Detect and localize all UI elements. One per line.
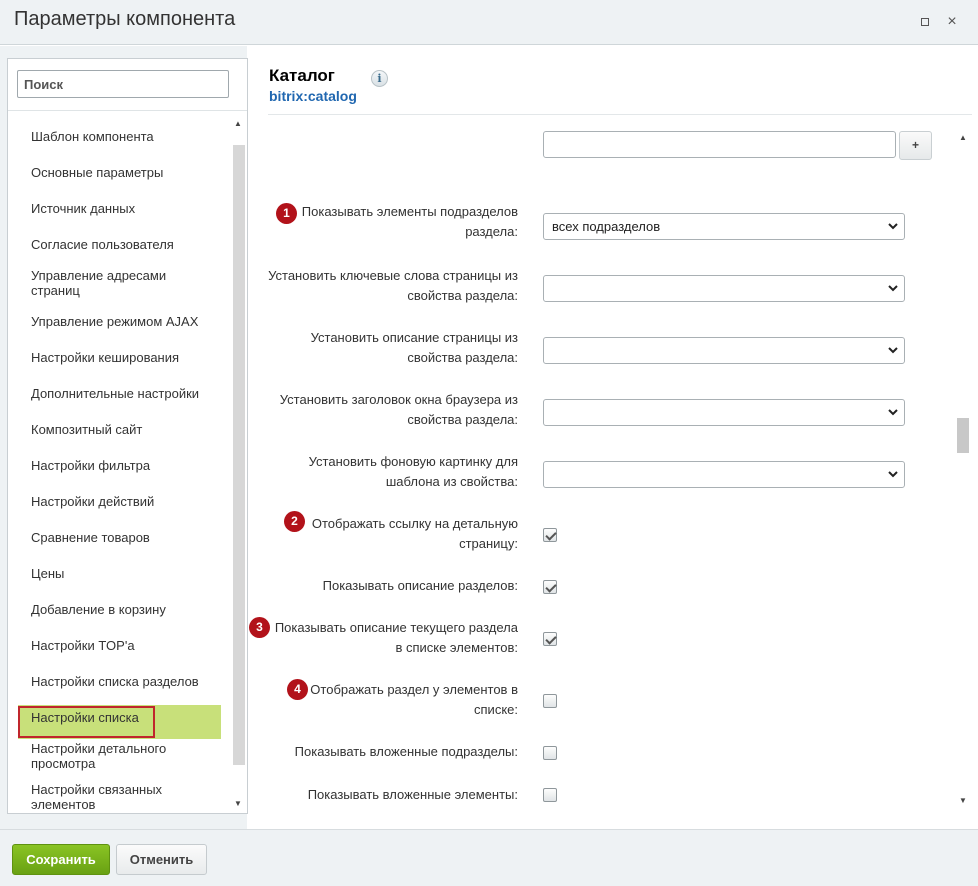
field-label: Показывать элементы подразделов раздела: [301,204,518,239]
select-field[interactable] [543,399,905,426]
close-icon[interactable]: × [944,14,960,30]
sidebar-item[interactable]: Настройки фильтра [31,458,211,473]
select-field[interactable] [543,461,905,488]
sidebar-item[interactable]: Настройки связанных элементов [31,782,211,812]
component-title: Каталог [269,66,335,85]
sidebar-scroll-thumb[interactable] [233,145,245,765]
checkbox[interactable] [543,694,557,708]
dialog-footer: Сохранить Отменить [0,829,978,886]
sidebar-item[interactable]: Настройки детального просмотра [31,741,211,771]
sidebar-item[interactable]: Согласие пользователя [31,237,211,252]
scroll-down-icon[interactable]: ▼ [234,799,242,808]
step-badge: 1 [276,203,297,224]
sidebar-item[interactable]: Настройки списка [31,710,211,725]
sidebar-item[interactable]: Сравнение товаров [31,530,211,545]
dialog-title: Параметры компонента [14,8,236,30]
sidebar-item[interactable]: Шаблон компонента [31,129,211,144]
cancel-button[interactable]: Отменить [116,844,207,875]
step-badge: 4 [287,679,308,700]
header-divider [268,114,972,115]
select-value: всех подразделов [552,219,661,234]
select-field[interactable]: всех подразделов [543,213,905,240]
scroll-up-icon[interactable]: ▲ [959,133,967,142]
field-label: Показывать вложенные элементы: [307,787,518,802]
field-label: Установить описание страницы из свойства … [310,330,518,365]
sidebar-item[interactable]: Настройки кеширования [31,350,211,365]
sidebar-item[interactable]: Цены [31,566,211,581]
checkbox[interactable] [543,580,557,594]
component-code: bitrix:catalog [269,88,357,104]
sidebar-item[interactable]: Настройки TOP'а [31,638,211,653]
field-label: Показывать описание разделов: [322,578,518,593]
sidebar-divider [8,110,247,111]
sidebar-item[interactable]: Настройки действий [31,494,211,509]
chevron-down-icon [888,347,898,354]
chevron-down-icon [888,409,898,416]
chevron-down-icon [888,471,898,478]
sidebar-item[interactable]: Управление адресами страниц [31,268,211,298]
checkbox[interactable] [543,788,557,802]
content-scrollbar[interactable]: ▲ ▼ [956,131,970,811]
step-badge: 2 [284,511,305,532]
field-label: Показывать описание текущего раздела в сп… [274,620,518,655]
field-label: Установить ключевые слова страницы из сво… [268,268,518,303]
search-input[interactable] [17,70,229,98]
content-scroll-thumb[interactable] [957,418,969,453]
select-field[interactable] [543,275,905,302]
select-field[interactable] [543,337,905,364]
chevron-down-icon [888,285,898,292]
sidebar-item[interactable]: Настройки списка разделов [31,674,211,689]
sidebar-item[interactable]: Добавление в корзину [31,602,211,617]
checkbox[interactable] [543,746,557,760]
checkbox[interactable] [543,632,557,646]
scroll-down-icon[interactable]: ▼ [959,796,967,805]
sidebar-item[interactable]: Основные параметры [31,165,211,180]
title-bar: Параметры компонента × [0,0,978,45]
step-badge: 3 [249,617,270,638]
add-button[interactable]: + [899,131,932,160]
maximize-icon[interactable] [917,14,933,30]
text-field[interactable] [543,131,896,158]
sidebar-item[interactable]: Управление режимом AJAX [31,314,211,329]
scroll-up-icon[interactable]: ▲ [234,119,242,128]
sidebar: Шаблон компонента Основные параметры Источ… [7,58,248,814]
field-label: Установить заголовок окна браузера из сво… [279,392,518,427]
sidebar-item[interactable]: Композитный сайт [31,422,211,437]
save-button[interactable]: Сохранить [12,844,110,875]
checkbox[interactable] [543,528,557,542]
info-icon[interactable]: i [371,70,388,87]
sidebar-item[interactable]: Дополнительные настройки [31,386,211,401]
field-label: Установить фоновую картинку для шаблона и… [308,454,518,489]
chevron-down-icon [888,223,898,230]
sidebar-scrollbar[interactable]: ▲ ▼ [231,117,245,811]
field-label: Показывать вложенные подразделы: [294,744,518,759]
sidebar-item[interactable]: Источник данных [31,201,211,216]
